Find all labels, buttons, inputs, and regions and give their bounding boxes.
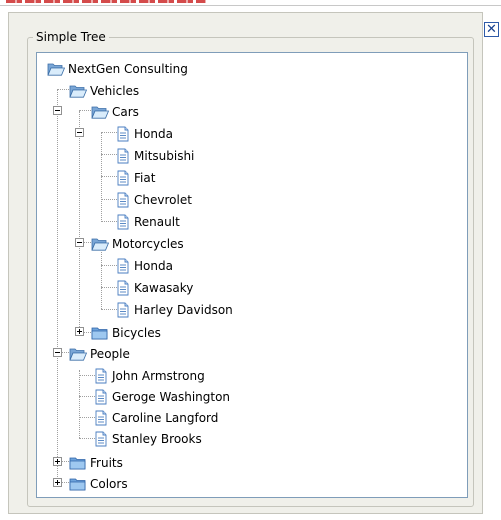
tree-node-colors[interactable]: Colors bbox=[69, 474, 128, 494]
tree-leaf-kawasaky[interactable]: Kawasaky bbox=[115, 278, 193, 298]
tree-node-label[interactable]: Stanley Brooks bbox=[112, 431, 202, 447]
tree-node-label[interactable]: Fruits bbox=[90, 455, 123, 471]
tree-node-label[interactable]: Vehicles bbox=[90, 83, 139, 99]
expand-toggle-bicycles[interactable] bbox=[75, 327, 84, 336]
cropped-header-text bbox=[6, 0, 206, 3]
document-icon bbox=[93, 431, 109, 447]
tree-leaf-fiat[interactable]: Fiat bbox=[115, 168, 155, 188]
folder-open-icon bbox=[91, 236, 109, 252]
collapse-toggle-people[interactable] bbox=[53, 348, 62, 357]
top-edge bbox=[0, 0, 501, 6]
tree-leaf-honda-moto[interactable]: Honda bbox=[115, 256, 173, 276]
collapse-toggle-motorcycles[interactable] bbox=[75, 238, 84, 247]
expand-toggle-fruits[interactable] bbox=[53, 457, 62, 466]
tree-node-label[interactable]: NextGen Consulting bbox=[68, 61, 188, 77]
folder-open-icon bbox=[69, 346, 87, 362]
folder-closed-icon bbox=[91, 325, 109, 341]
expand-toggle-colors[interactable] bbox=[53, 478, 62, 487]
tree-node-label[interactable]: Honda bbox=[134, 126, 173, 142]
close-button[interactable]: ✕ bbox=[484, 22, 499, 37]
tree-node-label[interactable]: Chevrolet bbox=[134, 192, 192, 208]
tree-leaf-honda[interactable]: Honda bbox=[115, 124, 173, 144]
tree-leaf-john-armstrong[interactable]: John Armstrong bbox=[93, 366, 205, 386]
tree-node-fruits[interactable]: Fruits bbox=[69, 453, 123, 473]
tree-leaf-mitsubishi[interactable]: Mitsubishi bbox=[115, 146, 194, 166]
tree-connector bbox=[79, 111, 80, 333]
close-icon[interactable]: ✕ bbox=[486, 23, 497, 36]
document-icon bbox=[115, 170, 131, 186]
collapse-toggle-cars[interactable] bbox=[75, 128, 84, 137]
tree-leaf-geroge-washington[interactable]: Geroge Washington bbox=[93, 387, 230, 407]
tree-leaf-harley-davidson[interactable]: Harley Davidson bbox=[115, 300, 233, 320]
tree-node-label[interactable]: Motorcycles bbox=[112, 236, 184, 252]
tree-node-label[interactable]: Colors bbox=[90, 476, 128, 492]
tree-leaf-stanley-brooks[interactable]: Stanley Brooks bbox=[93, 429, 202, 449]
tree-node-label[interactable]: Fiat bbox=[134, 170, 155, 186]
tree-node-label[interactable]: Mitsubishi bbox=[134, 148, 194, 164]
folder-closed-icon bbox=[69, 476, 87, 492]
document-icon bbox=[115, 280, 131, 296]
group-legend: Simple Tree bbox=[33, 29, 109, 45]
tree-node-label[interactable]: Renault bbox=[134, 214, 180, 230]
tree-connector bbox=[57, 90, 58, 479]
tree-node-label[interactable]: Geroge Washington bbox=[112, 389, 230, 405]
document-icon bbox=[115, 192, 131, 208]
document-icon bbox=[115, 126, 131, 142]
document-icon bbox=[115, 258, 131, 274]
tree-connector bbox=[101, 132, 102, 222]
tree-node-people[interactable]: People bbox=[69, 344, 130, 364]
tree-node-label[interactable]: Bicycles bbox=[112, 325, 161, 341]
document-icon bbox=[93, 410, 109, 426]
tree-connector bbox=[101, 252, 102, 309]
tree-node-label[interactable]: Harley Davidson bbox=[134, 302, 233, 318]
tree-node-label[interactable]: Cars bbox=[112, 104, 139, 120]
document-icon bbox=[115, 148, 131, 164]
tree-connector bbox=[79, 370, 80, 438]
folder-open-icon bbox=[47, 61, 65, 77]
header-divider bbox=[0, 5, 501, 6]
tree-node-label[interactable]: People bbox=[90, 346, 130, 362]
tree-node-vehicles[interactable]: Vehicles bbox=[69, 81, 139, 101]
document-icon bbox=[115, 214, 131, 230]
tree-view[interactable]: NextGen Consulting Vehicles Cars Honda M… bbox=[36, 52, 468, 498]
tree-leaf-caroline-langford[interactable]: Caroline Langford bbox=[93, 408, 218, 428]
document-icon bbox=[93, 368, 109, 384]
folder-closed-icon bbox=[69, 455, 87, 471]
tree-node-label[interactable]: Honda bbox=[134, 258, 173, 274]
tree-node-bicycles[interactable]: Bicycles bbox=[91, 323, 161, 343]
tree-leaf-chevrolet[interactable]: Chevrolet bbox=[115, 190, 192, 210]
folder-open-icon bbox=[69, 83, 87, 99]
tree-node-root[interactable]: NextGen Consulting bbox=[47, 59, 188, 79]
document-icon bbox=[93, 389, 109, 405]
folder-open-icon bbox=[91, 104, 109, 120]
document-icon bbox=[115, 302, 131, 318]
collapse-toggle-vehicles[interactable] bbox=[53, 106, 62, 115]
tree-node-label[interactable]: Kawasaky bbox=[134, 280, 193, 296]
tree-node-label[interactable]: Caroline Langford bbox=[112, 410, 218, 426]
tree-node-label[interactable]: John Armstrong bbox=[112, 368, 205, 384]
tree-node-cars[interactable]: Cars bbox=[91, 102, 139, 122]
tree-node-motorcycles[interactable]: Motorcycles bbox=[91, 234, 184, 254]
tree-leaf-renault[interactable]: Renault bbox=[115, 212, 180, 232]
